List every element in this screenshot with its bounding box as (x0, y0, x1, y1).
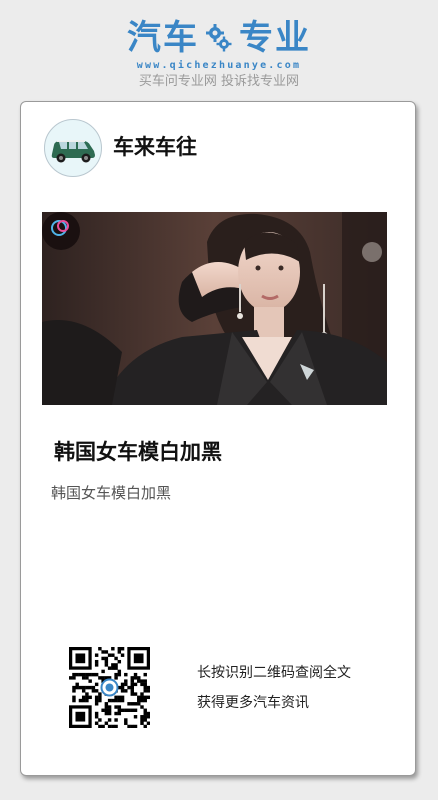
car-icon (51, 140, 95, 163)
logo-word-right: 专业 (239, 18, 311, 58)
article-title[interactable]: 韩国女车模白加黑 (54, 438, 222, 466)
watermark-logo (42, 212, 80, 250)
qr-code-icon[interactable] (69, 647, 151, 729)
site-logo: 汽车 专业 www.qichezhuanye.com 买车问专业网 投诉找专业网 (0, 18, 438, 90)
logo-slogan: 买车问专业网 投诉找专业网 (138, 74, 300, 89)
qr-caption-primary: 长按识别二维码查阅全文 (197, 665, 351, 681)
gear-icon (203, 22, 235, 54)
author-name[interactable]: 车来车往 (113, 133, 197, 161)
logo-url: www.qichezhuanye.com (136, 60, 302, 71)
article-card: 车来车往 韩国女车模白加黑 韩国女车模白加黑 长按识别二维码查阅全文 获得更多汽… (20, 101, 416, 776)
article-description: 韩国女车模白加黑 (51, 484, 172, 502)
author-avatar[interactable] (44, 119, 102, 177)
logo-wordmark: 汽车 专业 (0, 18, 438, 58)
woman-at-auto-show-photo[interactable] (42, 212, 387, 405)
logo-word-left: 汽车 (127, 18, 199, 58)
qr-caption-secondary: 获得更多汽车资讯 (197, 695, 309, 711)
